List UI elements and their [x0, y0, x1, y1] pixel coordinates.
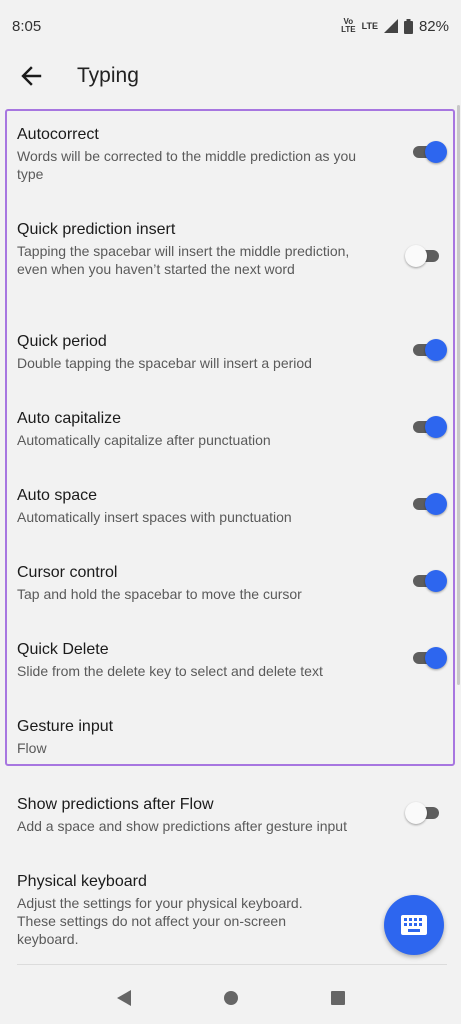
- setting-description: Adjust the settings for your physical ke…: [17, 895, 303, 947]
- show-predictions-after-flow-toggle[interactable]: [405, 801, 447, 825]
- setting-title: Cursor control: [17, 564, 118, 581]
- setting-description: Double tapping the spacebar will insert …: [17, 355, 312, 371]
- setting-description: Add a space and show predictions after g…: [17, 818, 347, 834]
- status-time: 8:05: [12, 17, 42, 35]
- auto-capitalize-toggle[interactable]: [411, 415, 447, 439]
- setting-cursor-control[interactable]: Cursor control Tap and hold the spacebar…: [17, 563, 447, 603]
- setting-title: Quick prediction insert: [17, 221, 176, 238]
- setting-description: Automatically capitalize after punctuati…: [17, 432, 271, 448]
- setting-description: Automatically insert spaces with punctua…: [17, 509, 292, 525]
- setting-description: Flow: [17, 740, 47, 756]
- autocorrect-toggle[interactable]: [411, 140, 447, 164]
- nav-back-icon[interactable]: [115, 989, 133, 1007]
- back-button[interactable]: [16, 61, 46, 91]
- setting-title: Quick Delete: [17, 641, 109, 658]
- page-title: Typing: [77, 64, 139, 87]
- setting-title: Show predictions after Flow: [17, 796, 214, 813]
- setting-description: Tap and hold the spacebar to move the cu…: [17, 586, 302, 602]
- setting-auto-space[interactable]: Auto space Automatically insert spaces w…: [17, 486, 447, 526]
- keyboard-icon: [401, 915, 427, 935]
- setting-title: Autocorrect: [17, 126, 99, 143]
- setting-quick-period[interactable]: Quick period Double tapping the spacebar…: [17, 332, 447, 372]
- setting-description: Tapping the spacebar will insert the mid…: [17, 243, 350, 277]
- nav-home-icon[interactable]: [222, 989, 240, 1007]
- setting-title: Auto capitalize: [17, 410, 122, 427]
- setting-quick-prediction-insert[interactable]: Quick prediction insert Tapping the spac…: [17, 220, 447, 278]
- setting-title: Quick period: [17, 333, 107, 350]
- list-divider: [17, 964, 447, 965]
- auto-space-toggle[interactable]: [411, 492, 447, 516]
- setting-title: Gesture input: [17, 718, 114, 735]
- signal-icon: [383, 19, 398, 33]
- battery-percent: 82%: [418, 17, 449, 35]
- setting-quick-delete[interactable]: Quick Delete Slide from the delete key t…: [17, 640, 447, 680]
- status-bar: 8:05 Vo LTE LTE 82%: [0, 0, 461, 52]
- setting-autocorrect[interactable]: Autocorrect Words will be corrected to t…: [17, 125, 447, 183]
- back-arrow-icon: [21, 66, 42, 86]
- volte-indicator: Vo LTE: [341, 18, 356, 34]
- navigation-bar: [0, 972, 461, 1024]
- quick-delete-toggle[interactable]: [411, 646, 447, 670]
- setting-title: Auto space: [17, 487, 98, 504]
- quick-period-toggle[interactable]: [411, 338, 447, 362]
- cursor-control-toggle[interactable]: [411, 569, 447, 593]
- keyboard-fab-button[interactable]: [384, 895, 444, 955]
- setting-title: Physical keyboard: [17, 873, 147, 890]
- setting-show-predictions-after-flow[interactable]: Show predictions after Flow Add a space …: [17, 795, 447, 835]
- setting-gesture-input[interactable]: Gesture input Flow: [17, 717, 447, 757]
- setting-physical-keyboard[interactable]: Physical keyboard Adjust the settings fo…: [17, 872, 447, 948]
- quick-prediction-insert-toggle[interactable]: [405, 244, 447, 268]
- setting-description: Slide from the delete key to select and …: [17, 663, 323, 679]
- scrollbar[interactable]: [457, 105, 460, 685]
- nav-recents-icon[interactable]: [329, 989, 347, 1007]
- app-bar: Typing: [0, 52, 461, 100]
- setting-description: Words will be corrected to the middle pr…: [17, 148, 357, 182]
- lte-indicator: LTE: [361, 21, 378, 31]
- volte-bottom: LTE: [341, 25, 356, 34]
- status-icons: Vo LTE LTE 82%: [341, 18, 449, 35]
- battery-icon: [403, 18, 413, 34]
- setting-auto-capitalize[interactable]: Auto capitalize Automatically capitalize…: [17, 409, 447, 449]
